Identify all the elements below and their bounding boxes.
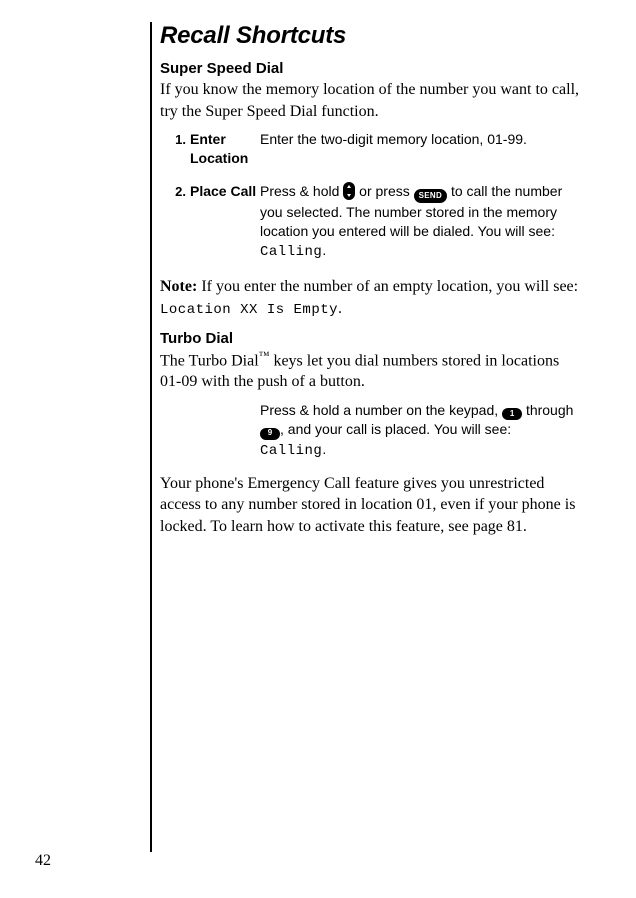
send-key-icon: SEND — [414, 189, 447, 203]
display-text: Calling — [260, 443, 322, 459]
section-heading-speed-dial: Super Speed Dial — [160, 60, 580, 77]
text: If you enter the number of an empty loca… — [197, 278, 578, 295]
text: , and your call is placed. You will see: — [280, 421, 511, 437]
turbo-instructions: Press & hold a number on the keypad, 1 t… — [260, 401, 580, 461]
text: . — [338, 300, 342, 317]
step-name: Place Call — [190, 182, 260, 201]
trademark-symbol: ™ — [259, 350, 270, 362]
note-label: Note: — [160, 278, 197, 295]
text: Press & hold — [260, 183, 343, 199]
steps-list: 1. Enter Location Enter the two-digit me… — [160, 130, 580, 262]
note-paragraph: Note: If you enter the number of an empt… — [160, 276, 580, 319]
page-number: 42 — [35, 852, 51, 870]
step-number: 1. — [160, 130, 190, 149]
text: . — [322, 242, 326, 258]
intro-text: If you know the memory location of the n… — [160, 79, 580, 122]
display-text: Location XX Is Empty — [160, 302, 338, 318]
page-content: Recall Shortcuts Super Speed Dial If you… — [150, 22, 580, 852]
step-desc: Press & hold or press SEND to call the n… — [260, 182, 580, 262]
step-number: 2. — [160, 182, 190, 201]
step-name: Enter Location — [190, 130, 260, 168]
text: The Turbo Dial — [160, 352, 259, 369]
text: . — [322, 441, 326, 457]
key-1-icon: 1 — [502, 408, 522, 420]
key-9-icon: 9 — [260, 428, 280, 440]
text: through — [526, 402, 573, 418]
emergency-paragraph: Your phone's Emergency Call feature give… — [160, 473, 580, 538]
text: Press & hold a number on the keypad, — [260, 402, 502, 418]
step-desc: Enter the two-digit memory location, 01-… — [260, 130, 580, 149]
step-row: 2. Place Call Press & hold or press SEND… — [160, 182, 580, 262]
step-row: 1. Enter Location Enter the two-digit me… — [160, 130, 580, 168]
intro-text: The Turbo Dial™ keys let you dial number… — [160, 349, 580, 394]
section-heading-turbo-dial: Turbo Dial — [160, 330, 580, 347]
nav-key-icon — [343, 182, 355, 200]
text: or press — [359, 183, 413, 199]
display-text: Calling — [260, 244, 322, 260]
page-title: Recall Shortcuts — [160, 22, 580, 50]
